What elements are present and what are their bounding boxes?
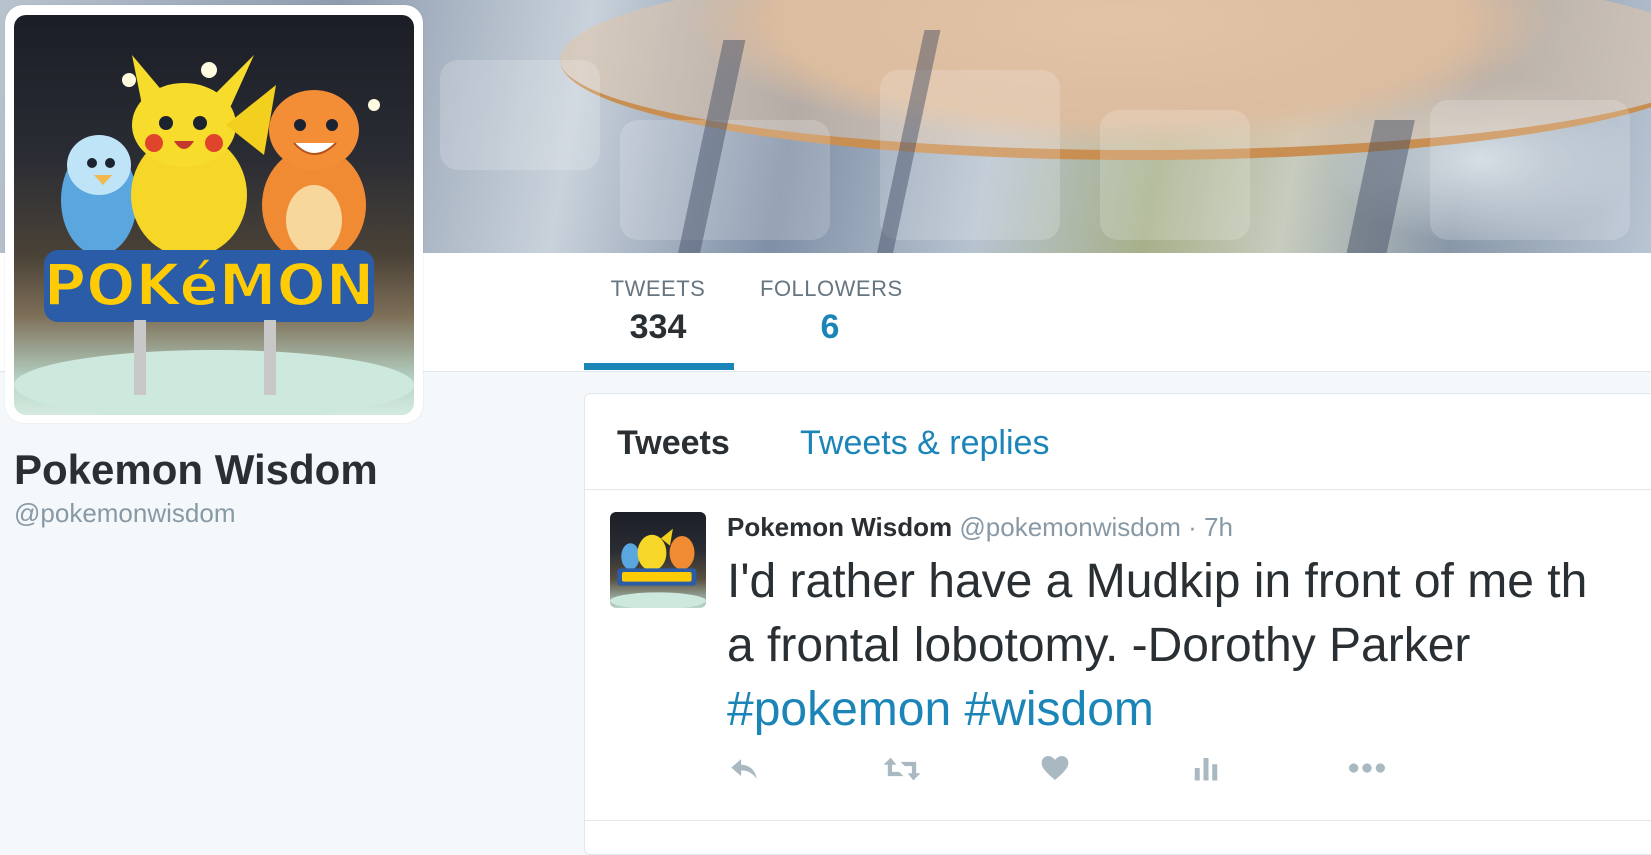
banner-shape [440,60,600,170]
tweets-count-tab[interactable]: TWEETS 334 [584,276,732,347]
hashtag-link[interactable]: #pokemon [727,683,951,736]
avatar-logo-text: POKéMON [44,251,375,319]
retweet-icon[interactable] [882,752,922,791]
tweet-author-handle[interactable]: @pokemonwisdom [959,512,1180,542]
followers-count-label: FOLLOWERS [760,276,903,301]
tweet-text-line: I'd rather have a Mudkip in front of me … [727,555,1588,608]
more-icon[interactable] [1347,752,1387,789]
timeline-tabs: Tweets Tweets & replies [585,394,1651,490]
active-tab-indicator [584,363,734,370]
banner-shape [1430,100,1630,240]
profile-handle[interactable]: @pokemonwisdom [14,498,235,529]
tweet-hashtags: #pokemon #wisdom [727,678,1651,742]
tab-tweets[interactable]: Tweets [617,424,730,463]
like-icon[interactable] [1039,752,1071,789]
profile-name[interactable]: Pokemon Wisdom [14,446,378,494]
tab-tweets-and-replies[interactable]: Tweets & replies [800,424,1049,463]
tweets-count-label: TWEETS [610,276,706,301]
banner-shape [1100,110,1250,240]
tweet-separator: · [1188,512,1197,542]
tweet-timestamp[interactable]: 7h [1204,512,1233,542]
hashtag-link[interactable]: #wisdom [965,683,1154,736]
tweet-header: Pokemon Wisdom @pokemonwisdom · 7h [727,512,1233,543]
avatar-image: POKéMON [14,15,414,415]
tweet-avatar-illustration [610,528,706,608]
tweet-item[interactable]: Pokemon Wisdom @pokemonwisdom · 7h I'd r… [585,490,1651,821]
timeline-panel: Tweets Tweets & replies Pokemon Wisdom @… [584,393,1651,855]
reply-icon[interactable] [727,752,761,791]
tweet-avatar[interactable] [610,512,706,608]
analytics-icon[interactable] [1191,752,1221,789]
tweet-author-name[interactable]: Pokemon Wisdom [727,512,952,542]
followers-count-value: 6 [820,308,840,346]
tweets-count-value: 334 [629,308,687,346]
followers-count-tab[interactable]: FOLLOWERS 6 [760,276,903,347]
tweet-text: I'd rather have a Mudkip in front of me … [727,550,1651,742]
profile-avatar[interactable]: POKéMON [5,5,423,423]
avatar-illustration: POKéMON [14,55,414,415]
tweet-text-line: a frontal lobotomy. -Dorothy Parker [727,619,1471,672]
banner-shape [620,120,830,240]
